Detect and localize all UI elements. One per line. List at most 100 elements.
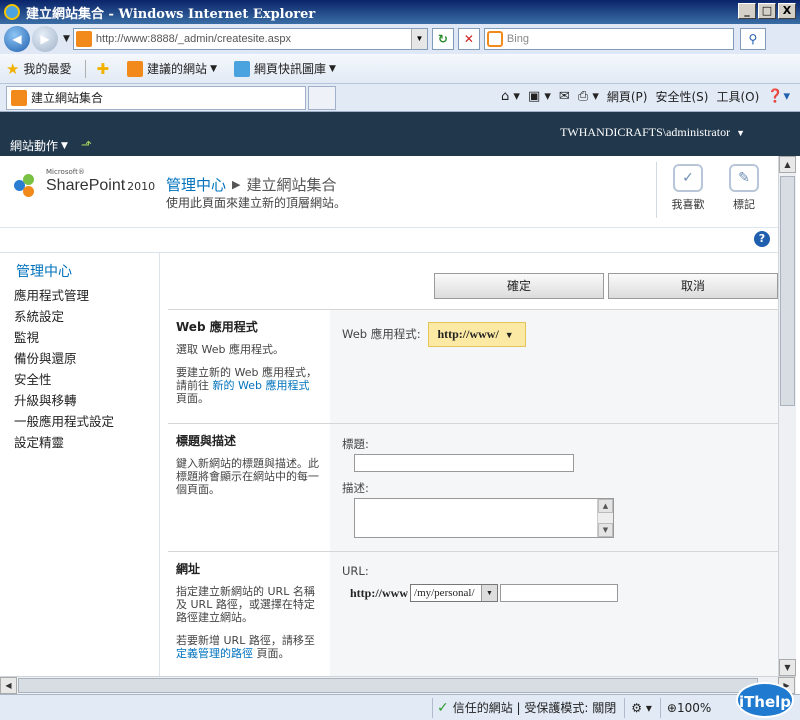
address-dropdown-icon[interactable]: ▼ [410, 29, 427, 49]
stop-button[interactable]: ✕ [457, 28, 480, 50]
favorites-bar: ★ 我的最愛 ✚ 建議的網站 ▼ 網頁快訊圖庫 ▼ [0, 54, 800, 84]
scroll-down-icon[interactable]: ▼ [779, 659, 796, 676]
i-like-it-button[interactable]: ✓ 我喜歡 [666, 164, 710, 212]
help-icon[interactable]: ? [754, 231, 770, 247]
scroll-down-icon[interactable]: ▼ [598, 523, 613, 537]
suggested-sites-link[interactable]: 建議的網站 ▼ [127, 60, 220, 77]
sharepoint-ribbon: 網站動作 ▼ ⬏ TWHANDICRAFTS\administrator ▼ [0, 112, 800, 156]
favorites-button[interactable]: ★ 我的最愛 [6, 60, 71, 78]
title-desc-section-title: 標題與描述 [176, 434, 237, 448]
site-actions-menu[interactable]: 網站動作 ▼ ⬏ [10, 137, 92, 154]
separator [85, 59, 87, 78]
title-input[interactable] [354, 454, 574, 472]
close-button[interactable]: X [778, 3, 796, 19]
safety-menu[interactable]: 安全性(S) [655, 88, 708, 105]
description-field-label: 描述: [342, 481, 369, 495]
nav-item-monitoring[interactable]: 監視 [0, 327, 159, 348]
cancel-button[interactable]: 取消 [608, 273, 778, 299]
url-field-label: URL: [342, 564, 369, 578]
left-navigation: 管理中心 應用程式管理 系統設定 監視 備份與還原 安全性 升級與移轉 一般應用… [0, 252, 160, 676]
command-bar: ⌂ ▾ ▣ ▾ ✉ ⎙ ▾ 網頁(P) 安全性(S) 工具(O) ❓▾ [501, 88, 790, 105]
web-app-field-label: Web 應用程式: [342, 327, 421, 341]
nav-item-security[interactable]: 安全性 [0, 369, 159, 390]
search-input[interactable]: Bing [483, 28, 734, 50]
section-description: 標題與描述 鍵入新網站的標題與描述。此標題將會顯示在網站中的每一個頁面。 [168, 424, 330, 551]
tab-create-site-collection[interactable]: 建立網站集合 [6, 85, 306, 110]
home-icon[interactable]: ⌂ ▾ [501, 89, 520, 104]
breadcrumb: 管理中心 ▶ 建立網站集合 [166, 174, 337, 195]
zoom-control[interactable]: ⊕ 100% [659, 697, 712, 718]
nav-item-general-settings[interactable]: 一般應用程式設定 [0, 411, 159, 432]
nav-item-application-management[interactable]: 應用程式管理 [0, 285, 159, 306]
horizontal-scrollbar[interactable]: ◀ ▶ [0, 676, 796, 694]
search-placeholder: Bing [506, 33, 529, 45]
title-desc-controls: 標題: 描述: ▲ ▼ [330, 424, 778, 551]
scroll-thumb[interactable] [780, 176, 795, 406]
chevron-down-icon: ▼ [481, 585, 498, 601]
web-slice-gallery-link[interactable]: 網頁快訊圖庫 ▼ [233, 60, 339, 77]
section-description: Web 應用程式 選取 Web 應用程式。 要建立新的 Web 應用程式，請前往… [168, 310, 330, 423]
zoom-level: 100% [676, 700, 712, 715]
window-titlebar: 建立網站集合 - Windows Internet Explorer _ □ X [0, 0, 800, 24]
protected-mode-icon[interactable]: ⚙ ▾ [624, 697, 652, 718]
address-toolbar: ◀ ▶ ▼ http://www:8888/_admin/createsite.… [0, 24, 800, 54]
add-favorite-button[interactable]: ✚ [96, 60, 113, 78]
breadcrumb-central-admin-link[interactable]: 管理中心 [166, 174, 226, 195]
url-managed-paths-pre: 若要新增 URL 路徑，請移至 [176, 634, 315, 647]
tab-favicon-icon [11, 89, 27, 106]
nav-item-system-settings[interactable]: 系統設定 [0, 306, 159, 327]
help-menu-icon[interactable]: ❓▾ [767, 89, 790, 104]
feeds-icon[interactable]: ▣ ▾ [528, 89, 551, 104]
back-button[interactable]: ◀ [4, 26, 30, 52]
managed-path-select[interactable]: /my/personal/ ▼ [410, 584, 499, 602]
textarea-scrollbar[interactable]: ▲ ▼ [597, 499, 613, 537]
maximize-button[interactable]: □ [758, 3, 776, 19]
url-section-title: 網址 [176, 562, 201, 576]
scroll-up-icon[interactable]: ▲ [598, 499, 613, 513]
web-app-selector[interactable]: http://www/ ▼ [428, 322, 526, 347]
page-title: 建立網站集合 [246, 176, 337, 194]
web-app-new-text-post: 頁面。 [176, 392, 209, 405]
mail-icon[interactable]: ✉ [559, 89, 570, 104]
sharepoint-logo-icon [14, 172, 42, 200]
nav-item-backup-restore[interactable]: 備份與還原 [0, 348, 159, 369]
page-menu[interactable]: 網頁(P) [607, 88, 648, 105]
nav-heading-central-admin[interactable]: 管理中心 [0, 261, 159, 281]
scroll-thumb[interactable] [18, 678, 758, 693]
recent-pages-dropdown-icon[interactable]: ▼ [63, 34, 70, 44]
search-button[interactable]: ⚲ [739, 28, 766, 50]
scroll-left-icon[interactable]: ◀ [0, 677, 17, 694]
nav-item-configuration-wizards[interactable]: 設定精靈 [0, 432, 159, 453]
thumbs-up-icon: ✓ [673, 164, 703, 192]
vertical-scrollbar[interactable]: ▲ ▼ [778, 156, 796, 676]
print-icon[interactable]: ⎙ ▾ [578, 89, 599, 104]
star-icon: ★ [6, 59, 20, 78]
url-managed-paths-text: 若要新增 URL 路徑，請移至 定義管理的路徑 頁面。 [176, 634, 322, 660]
section-description: 網址 指定建立新網站的 URL 名稱及 URL 路徑，或選擇在特定路徑建立網站。… [168, 552, 330, 677]
define-managed-paths-link[interactable]: 定義管理的路徑 [176, 647, 253, 660]
security-zone[interactable]: ✓ 信任的網站 | 受保護模式: 關閉 [432, 697, 616, 718]
web-app-section-title: Web 應用程式 [176, 320, 258, 334]
bing-icon [486, 31, 503, 47]
web-app-controls: Web 應用程式: http://www/ ▼ [330, 310, 778, 423]
new-tab-button[interactable] [308, 85, 336, 110]
description-textarea[interactable]: ▲ ▼ [354, 498, 614, 538]
refresh-button[interactable]: ↻ [431, 28, 454, 50]
scroll-up-icon[interactable]: ▲ [779, 156, 796, 173]
user-name: TWHANDICRAFTS\administrator [560, 125, 731, 139]
tags-notes-button[interactable]: ✎ 標記 [722, 164, 766, 212]
minimize-button[interactable]: _ [738, 3, 756, 19]
title-field-label: 標題: [342, 437, 369, 451]
site-actions-label: 網站動作 [10, 139, 59, 153]
tab-bar: 建立網站集合 ⌂ ▾ ▣ ▾ ✉ ⎙ ▾ 網頁(P) 安全性(S) 工具(O) … [0, 84, 800, 112]
nav-item-upgrade-migration[interactable]: 升級與移轉 [0, 390, 159, 411]
navigate-up-icon[interactable]: ⬏ [81, 138, 92, 153]
url-name-input[interactable] [500, 584, 619, 602]
address-input[interactable]: http://www:8888/_admin/createsite.aspx ▼ [72, 28, 428, 50]
tools-menu[interactable]: 工具(O) [716, 88, 759, 105]
new-web-app-link[interactable]: 新的 Web 應用程式 [213, 379, 310, 392]
forward-button[interactable]: ▶ [32, 26, 58, 52]
ok-button[interactable]: 確定 [434, 273, 604, 299]
user-menu[interactable]: TWHANDICRAFTS\administrator ▼ [560, 125, 748, 140]
title-area: Microsoft® SharePoint 2010 管理中心 ▶ 建立網站集合… [0, 156, 778, 228]
